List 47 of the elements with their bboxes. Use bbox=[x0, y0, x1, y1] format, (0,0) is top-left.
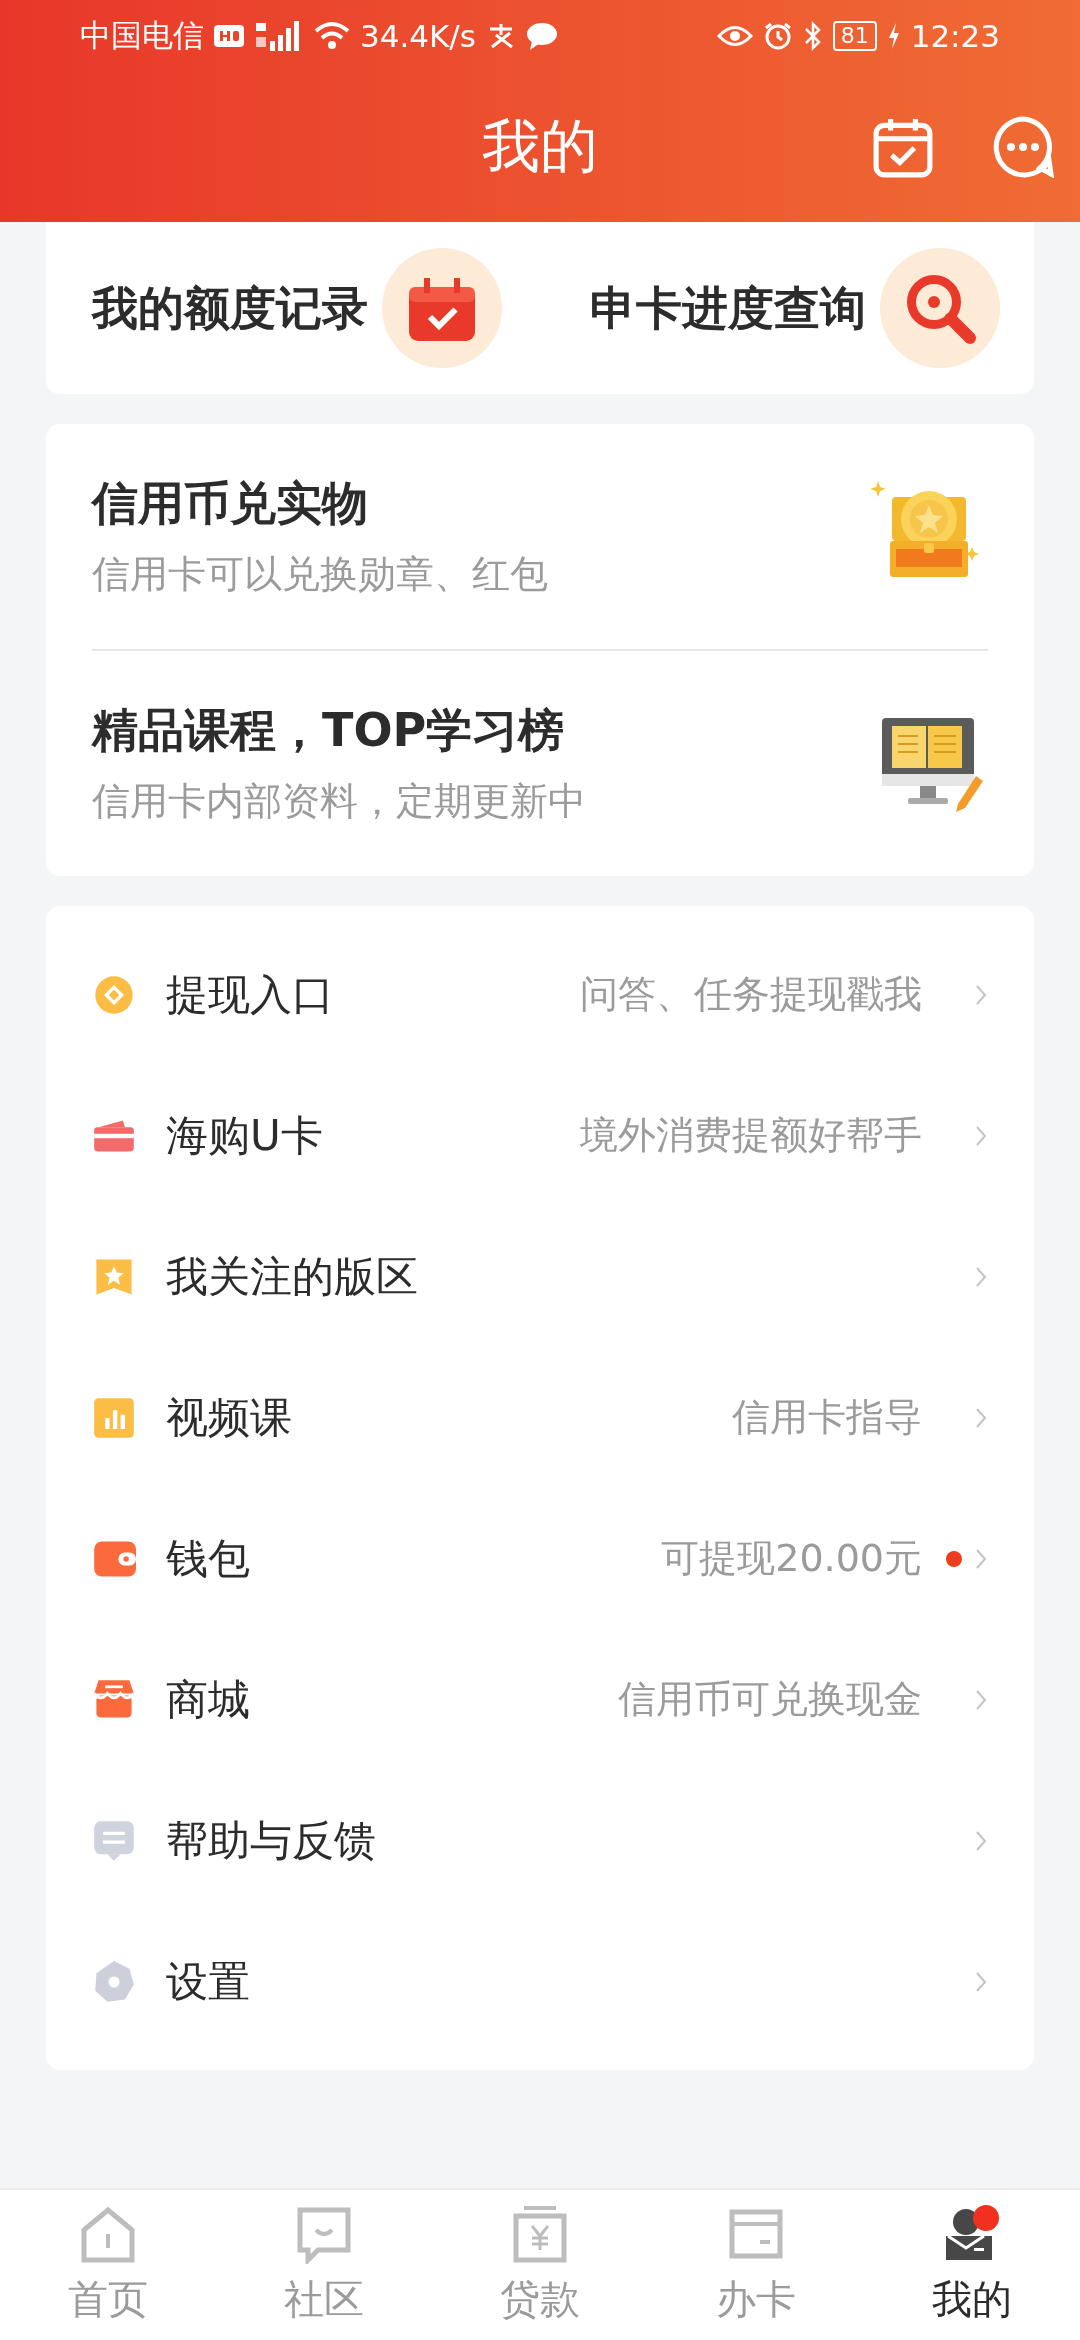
menu-item[interactable]: 商城 信用币可兑换现金 bbox=[92, 1629, 988, 1770]
network-speed: 34.4K/s bbox=[360, 18, 476, 54]
charging-icon bbox=[886, 21, 901, 51]
menu-label: 设置 bbox=[166, 1955, 250, 2008]
gear-icon bbox=[92, 1959, 136, 2004]
menu-label: 海购U卡 bbox=[166, 1109, 323, 1162]
menu-label: 我关注的版区 bbox=[166, 1250, 418, 1303]
tab-item[interactable]: 我的 bbox=[864, 2190, 1080, 2340]
menu-hint: 境外消费提额好帮手 bbox=[579, 1112, 922, 1159]
menu-label: 提现入口 bbox=[166, 968, 334, 1021]
magnifier-icon[interactable] bbox=[880, 248, 1000, 368]
carrier-name: 中国电信 bbox=[80, 16, 204, 55]
page-title: 我的 bbox=[482, 111, 598, 182]
menu-label: 帮助与反馈 bbox=[166, 1814, 376, 1867]
menu-label: 视频课 bbox=[166, 1391, 292, 1444]
message-icon bbox=[92, 1818, 136, 1863]
calendar-check-icon[interactable] bbox=[382, 248, 502, 368]
bar-chart-icon bbox=[92, 1395, 136, 1440]
promo-title[interactable]: 信用币兑实物 bbox=[92, 473, 548, 535]
menu-item[interactable]: 提现入口 问答、任务提现戳我 bbox=[92, 924, 988, 1065]
clock-time: 12:23 bbox=[910, 18, 1000, 54]
menu-item[interactable]: 视频课 信用卡指导 bbox=[92, 1347, 988, 1488]
promo-subtitle: 信用卡内部资料，定期更新中 bbox=[92, 778, 586, 825]
menu-hint: 信用币可兑换现金 bbox=[617, 1676, 922, 1723]
battery-indicator: 81 bbox=[832, 21, 877, 51]
menu-item[interactable]: 帮助与反馈 bbox=[92, 1770, 988, 1911]
eye-icon bbox=[716, 23, 753, 49]
alarm-icon bbox=[762, 21, 793, 51]
calendar-check-icon[interactable] bbox=[872, 116, 934, 178]
menu-item[interactable]: 海购U卡 境外消费提额好帮手 bbox=[92, 1065, 988, 1206]
hd-icon bbox=[214, 24, 244, 48]
wifi-icon bbox=[314, 21, 350, 51]
menu-item[interactable]: 钱包 可提现20.00元 bbox=[92, 1488, 988, 1629]
card-title[interactable]: 申卡进度查询 bbox=[590, 273, 880, 343]
promo-subtitle: 信用卡可以兑换勋章、红包 bbox=[92, 551, 548, 598]
menu-hint: 信用卡指导 bbox=[731, 1394, 922, 1441]
message-icon[interactable] bbox=[992, 116, 1054, 178]
menu-hint: 可提现20.00元 bbox=[660, 1535, 922, 1582]
menu-label: 商城 bbox=[166, 1673, 250, 1726]
bluetooth-icon bbox=[802, 20, 823, 52]
menu-item[interactable]: 我关注的版区 bbox=[92, 1206, 988, 1347]
menu-item[interactable]: 设置 bbox=[92, 1911, 988, 2052]
menu-hint: 问答、任务提现戳我 bbox=[579, 971, 922, 1018]
menu-label: 钱包 bbox=[166, 1532, 250, 1585]
promo-title[interactable]: 精品课程，TOP学习榜 bbox=[92, 700, 586, 762]
chat-bubble-icon bbox=[525, 21, 558, 51]
card-title[interactable]: 我的额度记录 bbox=[92, 273, 382, 343]
